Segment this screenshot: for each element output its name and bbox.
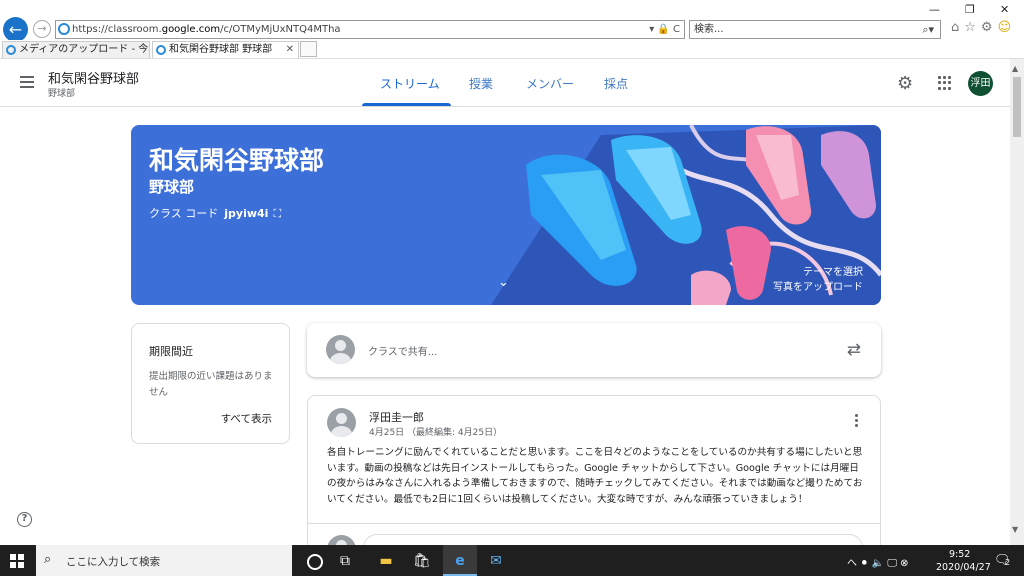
classroom-header: 和気閑谷野球部 野球部 ストリーム 授業 メンバー 採点 bbox=[0, 59, 1010, 107]
user-avatar[interactable]: 浮田 bbox=[968, 71, 993, 96]
browser-tab-strip: メディアのアップロード - 今日の！昨... 和気閑谷野球部 野球部 ✕ bbox=[0, 40, 1024, 59]
share-placeholder[interactable]: クラスで共有... bbox=[368, 343, 437, 358]
forward-arrow-icon[interactable]: → bbox=[33, 20, 51, 38]
class-code-label: クラス コード bbox=[149, 207, 219, 220]
back-arrow-icon[interactable]: ← bbox=[3, 17, 28, 42]
browser-tab-label: メディアのアップロード - 今日の！昨... bbox=[19, 44, 149, 55]
announcement-post: 浮田圭一郎 4月25日 （最終編集: 4月25日） 各自トレーニングに励んでくれ… bbox=[307, 395, 881, 565]
ie-tab-icon bbox=[6, 45, 16, 55]
ie-tab-icon bbox=[156, 45, 166, 55]
taskbar-search-placeholder: ここに入力して検索 bbox=[66, 556, 161, 568]
restore-button[interactable]: ❐ bbox=[965, 3, 975, 16]
browser-tab-media[interactable]: メディアのアップロード - 今日の！昨... bbox=[2, 41, 150, 58]
windows-taskbar: ⌕ ここに入力して検索 ⧉ ▬ 🛍 e ✉ へ ⚫ 🔈 🖵 ⊗ 9:52 202… bbox=[0, 545, 1024, 576]
file-explorer-icon[interactable]: ▬ bbox=[376, 551, 396, 571]
tab-grades[interactable]: 採点 bbox=[604, 75, 628, 92]
class-code-value: jpyiw4i bbox=[224, 207, 269, 220]
taskbar-search[interactable]: ⌕ ここに入力して検索 bbox=[36, 545, 292, 576]
task-view-icon[interactable]: ⧉ bbox=[335, 551, 355, 571]
browser-tool-icons[interactable]: ⌂☆⚙☺ bbox=[951, 20, 1016, 35]
chevron-down-icon[interactable]: ⌄ bbox=[498, 275, 509, 290]
notification-count: 2 bbox=[1005, 558, 1011, 567]
browser-tab-label: 和気閑谷野球部 野球部 bbox=[169, 44, 273, 55]
search-icon: ⌕ bbox=[44, 552, 52, 567]
divider bbox=[308, 523, 880, 524]
url-host: google.com bbox=[161, 24, 221, 35]
upcoming-title: 期限間近 bbox=[149, 345, 193, 358]
tab-stream[interactable]: ストリーム bbox=[380, 75, 440, 92]
apps-grid-icon[interactable] bbox=[938, 76, 952, 90]
avatar bbox=[326, 335, 355, 364]
internet-explorer-icon[interactable]: e bbox=[450, 551, 470, 571]
url-path: /c/OTMyMjUxNTQ4MTha bbox=[220, 24, 341, 35]
tab-classwork[interactable]: 授業 bbox=[469, 75, 493, 92]
class-title[interactable]: 和気閑谷野球部 bbox=[48, 68, 139, 87]
scroll-up-icon[interactable]: ▲ bbox=[1012, 64, 1018, 73]
cortana-icon[interactable] bbox=[304, 551, 324, 571]
new-tab-button[interactable] bbox=[300, 41, 317, 57]
close-window-button[interactable]: ✕ bbox=[1000, 3, 1009, 16]
post-date: 4月25日 （最終編集: 4月25日） bbox=[369, 428, 503, 438]
upload-photo-link[interactable]: 写真をアップロード bbox=[773, 278, 863, 293]
post-author: 浮田圭一郎 bbox=[369, 411, 424, 424]
active-tab-indicator bbox=[362, 103, 451, 106]
browser-search-input[interactable]: 検索... ⌕▾ bbox=[689, 20, 941, 39]
author-avatar bbox=[327, 408, 356, 437]
smiley-feedback-icon[interactable]: ☺ bbox=[998, 20, 1017, 35]
class-code: クラス コード jpyiw4i ⛶ bbox=[149, 205, 281, 221]
page-scrollbar[interactable]: ▲ ▼ bbox=[1010, 59, 1024, 545]
menu-icon[interactable] bbox=[20, 76, 34, 88]
select-theme-link[interactable]: テーマを選択 bbox=[803, 263, 863, 278]
store-icon[interactable]: 🛍 bbox=[412, 551, 432, 571]
more-vert-icon[interactable] bbox=[855, 414, 858, 429]
system-tray-icons[interactable]: へ ⚫ 🔈 🖵 ⊗ bbox=[847, 554, 909, 569]
close-tab-icon[interactable]: ✕ bbox=[286, 42, 294, 58]
browser-search-placeholder: 検索... bbox=[694, 24, 724, 35]
upcoming-card: 期限間近 提出期限の近い課題はありません すべて表示 bbox=[131, 323, 290, 444]
gear-icon[interactable]: ⚙ bbox=[897, 73, 913, 94]
screen: — ❐ ✕ ← → https://classroom.google.com/c… bbox=[0, 0, 1024, 576]
post-body: 各自トレーニングに励んでくれていることだと思います。ここを日々どのようなことをし… bbox=[327, 447, 863, 505]
minimize-button[interactable]: — bbox=[929, 3, 940, 16]
tab-people[interactable]: メンバー bbox=[526, 75, 574, 92]
home-star-gear-icon[interactable]: ⌂☆⚙ bbox=[951, 20, 998, 35]
view-all-link[interactable]: すべて表示 bbox=[221, 411, 272, 426]
windows-start-icon[interactable] bbox=[10, 554, 24, 568]
clock-date[interactable]: 2020/04/27 bbox=[936, 562, 991, 573]
banner-class-section: 野球部 bbox=[149, 178, 195, 196]
address-bar[interactable]: https://classroom.google.com/c/OTMyMjUxN… bbox=[55, 20, 685, 39]
class-section: 野球部 bbox=[48, 89, 76, 99]
url-prefix: https://classroom. bbox=[72, 24, 162, 35]
scroll-down-icon[interactable]: ▼ bbox=[1012, 525, 1018, 534]
class-banner: 和気閑谷野球部 野球部 クラス コード jpyiw4i ⛶ テーマを選択 写真をアッ… bbox=[131, 125, 881, 305]
browser-tab-classroom[interactable]: 和気閑谷野球部 野球部 ✕ bbox=[152, 41, 299, 58]
browser-toolbar: — ❐ ✕ ← → https://classroom.google.com/c… bbox=[0, 0, 1024, 42]
banner-class-title: 和気閑谷野球部 bbox=[149, 146, 325, 175]
scroll-thumb[interactable] bbox=[1013, 77, 1021, 137]
search-icon[interactable]: ⌕▾ bbox=[922, 21, 934, 38]
share-with-class-card[interactable]: クラスで共有... ⇄ bbox=[307, 323, 881, 377]
address-tools[interactable]: ▾ 🔒 C bbox=[649, 21, 680, 38]
clock-time[interactable]: 9:52 bbox=[949, 549, 970, 560]
repost-icon[interactable]: ⇄ bbox=[847, 340, 861, 360]
upcoming-empty-text: 提出期限の近い課題はありません bbox=[149, 371, 273, 398]
mail-icon[interactable]: ✉ bbox=[486, 551, 506, 571]
fullscreen-icon[interactable]: ⛶ bbox=[273, 207, 281, 220]
ie-page-icon bbox=[58, 23, 70, 35]
help-icon[interactable]: ? bbox=[17, 512, 32, 527]
